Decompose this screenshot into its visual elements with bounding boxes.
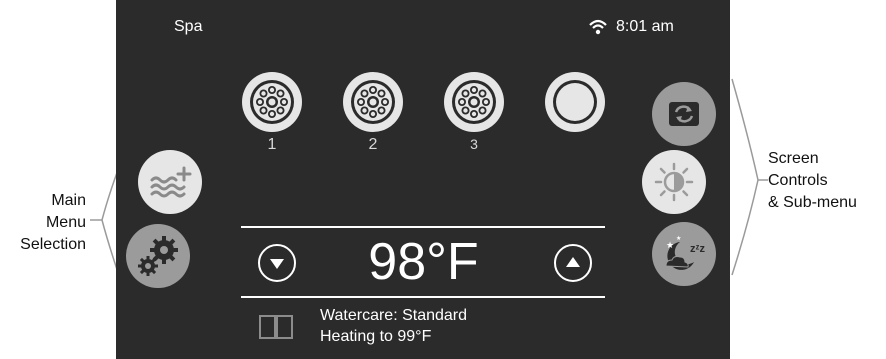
heating-status: Heating to 99°F	[320, 328, 432, 345]
annotation-main-menu: Main Menu Selection	[2, 190, 86, 256]
annotation-line: Screen	[768, 150, 819, 167]
spa-screen: Spa 8:01 am 1 2 3 zᶻz ★ ★ 98°F Watercare…	[116, 0, 730, 359]
water-plus-icon	[150, 166, 192, 198]
jet-icon	[343, 72, 403, 132]
annotation-line: Selection	[20, 236, 86, 253]
temp-divider-bottom	[241, 296, 605, 298]
arrow-down-icon	[270, 259, 284, 269]
screen-flip-button[interactable]	[652, 82, 716, 146]
jet-icon	[444, 72, 504, 132]
wifi-icon	[588, 18, 608, 36]
brightness-icon	[654, 162, 694, 202]
sleep-moon-icon: zᶻz ★ ★	[665, 235, 705, 270]
temp-up-button[interactable]	[554, 244, 592, 282]
water-add-button[interactable]	[138, 150, 202, 214]
annotation-screen-controls: Screen Controls & Sub-menu	[768, 148, 886, 214]
brightness-button[interactable]	[642, 150, 706, 214]
arrow-up-icon	[566, 257, 580, 267]
sleep-button[interactable]: zᶻz ★ ★	[652, 222, 716, 286]
annotation-line: & Sub-menu	[768, 194, 857, 211]
svg-text:★: ★	[676, 235, 681, 242]
jet-3-label: 3	[470, 136, 478, 152]
jet-3-button[interactable]	[443, 71, 505, 133]
jet-2-button[interactable]	[342, 71, 404, 133]
temperature-display: 98°F	[368, 233, 479, 291]
watercare-mode: Watercare: Standard	[320, 307, 468, 324]
app-name: Spa	[174, 18, 203, 35]
annotation-line: Controls	[768, 172, 828, 189]
right-bracket	[731, 78, 768, 276]
annotation-line: Menu	[45, 214, 86, 231]
jet-icon	[242, 72, 302, 132]
svg-text:zᶻz: zᶻz	[690, 243, 705, 255]
book-icon[interactable]	[258, 312, 294, 340]
jet-1-label: 1	[267, 136, 277, 153]
settings-button[interactable]	[126, 224, 190, 288]
annotation-line: Main	[51, 192, 86, 209]
temp-divider-top	[241, 226, 605, 228]
light-button[interactable]	[544, 71, 606, 133]
rotate-screen-icon	[669, 102, 699, 126]
jet-2-label: 2	[368, 136, 378, 153]
clock: 8:01 am	[616, 18, 674, 35]
temp-down-button[interactable]	[258, 244, 296, 282]
gears-icon	[138, 236, 178, 276]
light-ring-icon	[545, 72, 605, 132]
jet-1-button[interactable]	[241, 71, 303, 133]
svg-text:★: ★	[666, 240, 674, 250]
